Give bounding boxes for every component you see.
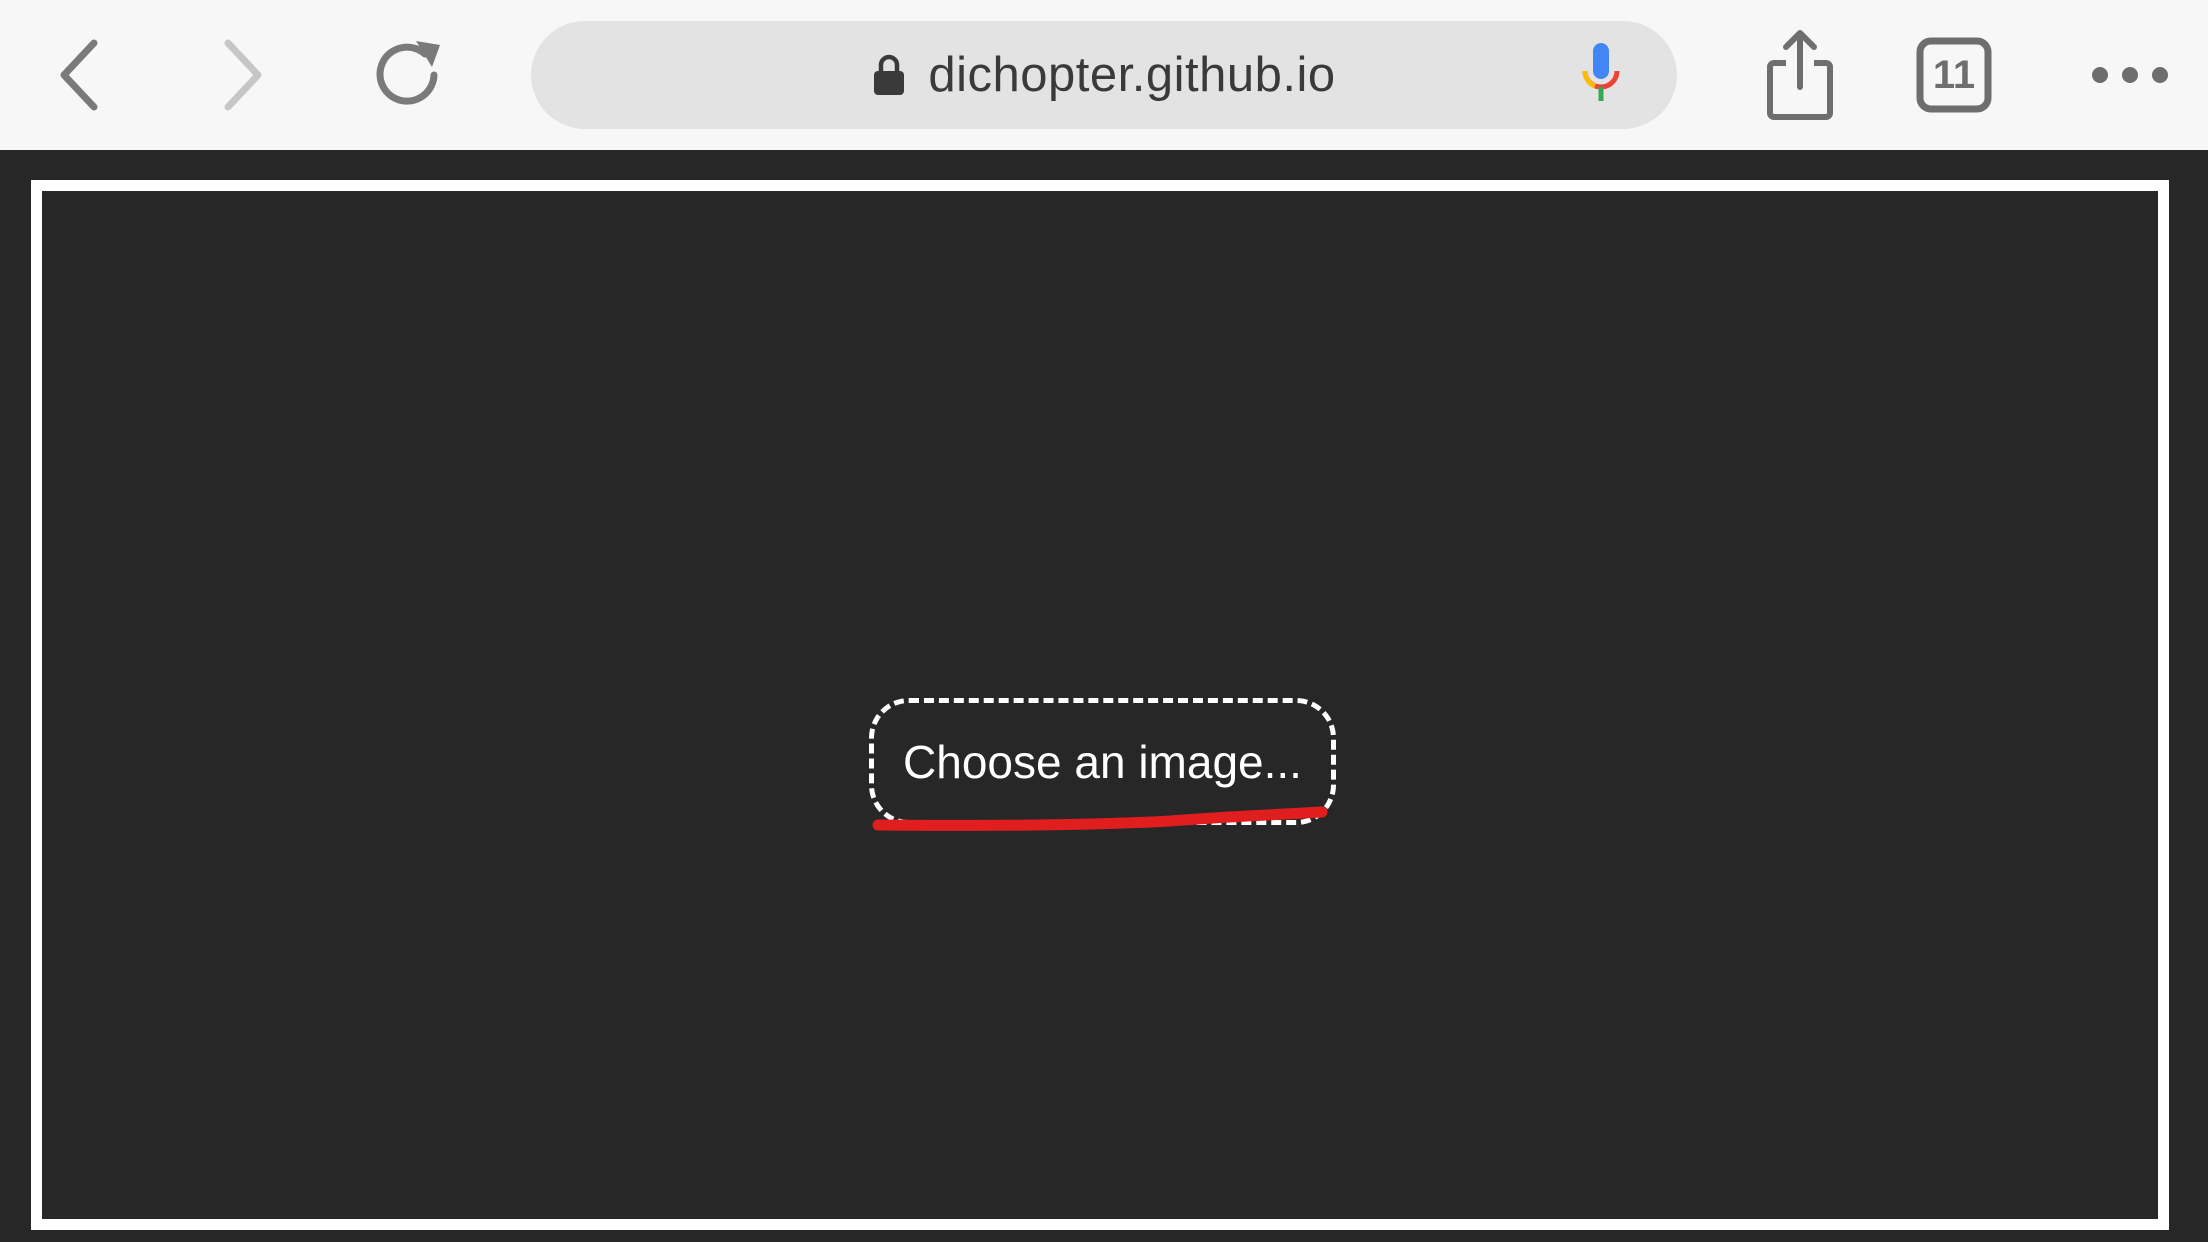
url-text: dichopter.github.io: [928, 48, 1336, 102]
lock-icon: [872, 53, 906, 97]
choose-image-button[interactable]: Choose an image...: [869, 698, 1336, 825]
chevron-left-icon: [60, 39, 98, 111]
back-button[interactable]: [30, 27, 126, 123]
more-button[interactable]: [2082, 27, 2178, 123]
reload-icon: [376, 41, 440, 105]
page-content: Choose an image...: [0, 150, 2208, 1242]
address-bar[interactable]: dichopter.github.io: [531, 21, 1677, 129]
microphone-icon[interactable]: [1573, 41, 1633, 111]
tab-count: 11: [1932, 52, 1976, 97]
forward-button[interactable]: [196, 27, 292, 123]
more-icon: [2092, 67, 2168, 83]
share-icon: [1767, 30, 1833, 120]
chevron-right-icon: [224, 39, 262, 111]
choose-image-label: Choose an image...: [903, 735, 1302, 788]
browser-toolbar: dichopter.github.io 11: [0, 0, 2208, 150]
reload-button[interactable]: [360, 27, 456, 123]
tabs-button[interactable]: 11: [1916, 37, 1992, 113]
share-button[interactable]: [1752, 27, 1848, 123]
